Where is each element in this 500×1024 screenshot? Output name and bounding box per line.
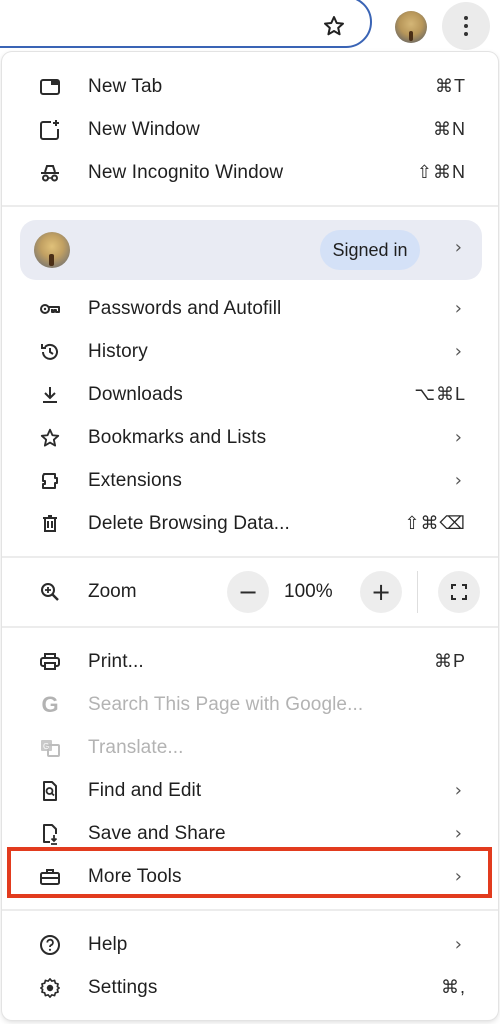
- shortcut-label: ⌘T: [435, 76, 466, 96]
- menu-item-passwords-and-autofill[interactable]: Passwords and Autofill ›: [2, 287, 498, 330]
- menu-item-label: Find and Edit: [88, 779, 202, 801]
- shortcut-label: ⇧⌘⌫: [404, 513, 466, 533]
- menu-item-delete-browsing-data[interactable]: Delete Browsing Data... ⇧⌘⌫: [2, 502, 498, 545]
- menu-item-new-incognito-window[interactable]: New Incognito Window ⇧⌘N: [2, 151, 498, 194]
- profile-avatar-button[interactable]: [395, 11, 427, 43]
- menu-item-label: New Window: [88, 118, 200, 140]
- zoom-in-button[interactable]: +: [360, 571, 402, 613]
- new-tab-icon: [38, 75, 62, 99]
- three-dot-vertical-icon: [464, 16, 468, 20]
- menu-item-label: History: [88, 340, 148, 362]
- zoom-level: 100%: [284, 581, 333, 602]
- menu-item-label: Bookmarks and Lists: [88, 426, 267, 448]
- address-bar[interactable]: [0, 0, 372, 48]
- fullscreen-button[interactable]: [438, 571, 480, 613]
- shortcut-label: ⌘N: [433, 119, 466, 139]
- menu-item-search-page-with-google: G Search This Page with Google...: [2, 683, 498, 726]
- fullscreen-icon: [451, 584, 467, 600]
- menu-divider: [2, 205, 498, 207]
- key-icon: [38, 297, 62, 321]
- shortcut-label: ⌥⌘L: [414, 384, 466, 404]
- zoom-row: Zoom − 100% +: [2, 569, 498, 615]
- chrome-menu-button[interactable]: [442, 2, 490, 50]
- menu-item-label: Settings: [88, 976, 158, 998]
- avatar: [34, 232, 70, 268]
- minus-icon: −: [237, 578, 259, 606]
- incognito-icon: [38, 161, 62, 185]
- menu-item-new-tab[interactable]: New Tab ⌘T: [2, 65, 498, 108]
- zoom-label: Zoom: [88, 581, 137, 602]
- menu-item-label: Help: [88, 933, 128, 955]
- zoom-separator: [417, 571, 418, 613]
- menu-divider: [2, 626, 498, 628]
- zoom-out-button[interactable]: −: [227, 571, 269, 613]
- menu-item-extensions[interactable]: Extensions ›: [2, 459, 498, 502]
- chevron-right-icon: ›: [454, 470, 462, 491]
- dot: [464, 24, 468, 28]
- menu-divider: [2, 909, 498, 911]
- bookmark-star-button[interactable]: [318, 10, 350, 42]
- new-window-icon: [38, 118, 62, 142]
- translate-icon: G: [38, 736, 62, 760]
- chevron-right-icon: ›: [454, 934, 462, 955]
- menu-item-label: Print...: [88, 650, 144, 672]
- signed-in-badge: Signed in: [320, 230, 420, 270]
- menu-item-downloads[interactable]: Downloads ⌥⌘L: [2, 373, 498, 416]
- menu-item-find-and-edit[interactable]: Find and Edit ›: [2, 769, 498, 812]
- download-icon: [38, 383, 62, 407]
- menu-item-label: Downloads: [88, 383, 183, 405]
- menu-item-label: Passwords and Autofill: [88, 297, 282, 319]
- browser-toolbar: [0, 0, 500, 52]
- menu-item-translate: G Translate...: [2, 726, 498, 769]
- printer-icon: [38, 650, 62, 674]
- chevron-right-icon: ›: [454, 341, 462, 362]
- chevron-right-icon: ›: [454, 780, 462, 801]
- menu-item-history[interactable]: History ›: [2, 330, 498, 373]
- menu-item-label: Translate...: [88, 736, 184, 758]
- menu-item-new-window[interactable]: New Window ⌘N: [2, 108, 498, 151]
- shortcut-label: ⌘,: [440, 977, 466, 997]
- save-page-icon: [38, 822, 62, 846]
- menu-item-settings[interactable]: Settings ⌘,: [2, 966, 498, 1009]
- gear-icon: [38, 976, 62, 1000]
- star-icon: [38, 426, 62, 450]
- profile-row[interactable]: Signed in ›: [20, 220, 482, 280]
- menu-item-label: Delete Browsing Data...: [88, 512, 290, 534]
- zoom-in-magnifier-icon: [38, 580, 62, 604]
- svg-text:G: G: [43, 742, 49, 751]
- menu-item-label: Save and Share: [88, 822, 226, 844]
- menu-item-label: New Tab: [88, 75, 163, 97]
- more-tools-highlight-box: [7, 847, 492, 898]
- chevron-right-icon: ›: [454, 237, 462, 258]
- plus-icon: +: [370, 578, 392, 606]
- shortcut-label: ⌘P: [433, 651, 466, 671]
- trash-icon: [38, 512, 62, 536]
- menu-item-print[interactable]: Print... ⌘P: [2, 640, 498, 683]
- chevron-right-icon: ›: [454, 298, 462, 319]
- chevron-right-icon: ›: [454, 427, 462, 448]
- menu-item-label: Extensions: [88, 469, 182, 491]
- puzzle-icon: [38, 469, 62, 493]
- menu-item-help[interactable]: Help ›: [2, 923, 498, 966]
- shortcut-label: ⇧⌘N: [416, 162, 466, 182]
- menu-item-label: New Incognito Window: [88, 161, 284, 183]
- find-page-icon: [38, 779, 62, 803]
- history-icon: [38, 340, 62, 364]
- dot: [464, 32, 468, 36]
- star-outline-icon: [324, 16, 344, 36]
- google-g-icon: G: [41, 691, 59, 717]
- menu-item-bookmarks-and-lists[interactable]: Bookmarks and Lists ›: [2, 416, 498, 459]
- menu-divider: [2, 556, 498, 558]
- help-circle-icon: [38, 933, 62, 957]
- chevron-right-icon: ›: [454, 823, 462, 844]
- menu-item-label: Search This Page with Google...: [88, 693, 364, 715]
